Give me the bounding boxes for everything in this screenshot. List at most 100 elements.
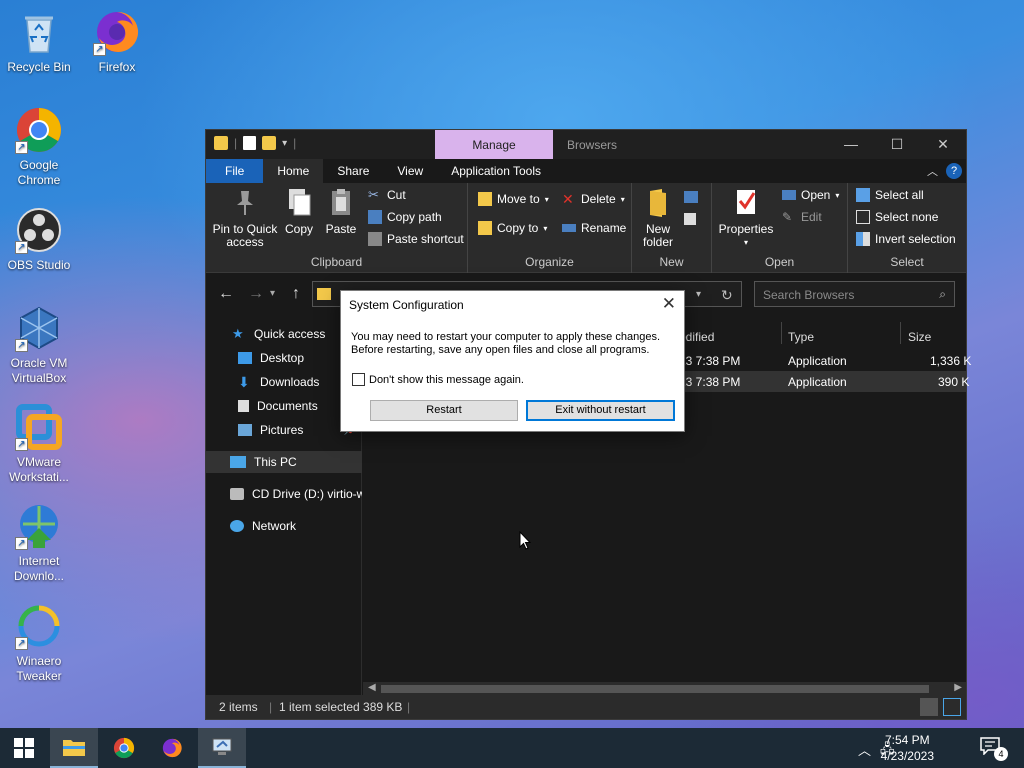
new-folder-icon[interactable] [262,136,277,150]
back-arrow-icon[interactable]: ← [218,285,234,303]
address-dropdown-icon[interactable]: ▾ [696,289,701,300]
open-button[interactable]: Open ▾ [782,188,839,202]
taskbar-chrome[interactable] [100,728,148,768]
rename-button[interactable]: Rename [562,221,626,235]
copy-to-button[interactable]: Copy to ▾ [478,221,547,235]
qat-dropdown-icon[interactable]: ▾ [282,138,287,149]
copy-path-button[interactable]: Copy path [368,210,442,224]
properties-icon[interactable] [243,136,257,150]
collapse-ribbon-icon[interactable]: ︿ [927,163,938,179]
folder-icon[interactable] [214,136,228,150]
forward-arrow-icon[interactable]: → [248,285,264,303]
show-hidden-icons-icon[interactable]: ︿ [858,740,871,759]
taskbar-system-configuration[interactable] [198,728,246,768]
desktop-icon-label: Winaero Tweaker [16,654,62,683]
nav-item-quick-access[interactable]: ★ Quick access [206,323,362,345]
taskbar-firefox[interactable] [148,728,196,768]
firefox-icon: ↗ [93,8,141,56]
properties-icon [732,187,760,219]
large-icons-view-icon[interactable] [943,698,961,716]
taskbar-file-explorer[interactable] [50,728,98,768]
checkbox-box[interactable] [352,373,365,386]
firefox-icon [162,738,182,758]
nav-item-desktop[interactable]: Desktop [206,347,362,369]
nav-item-this-pc[interactable]: This PC [206,451,362,473]
status-selection: 1 item selected 389 KB [279,700,403,714]
properties-button[interactable]: Properties ▾ [716,187,776,249]
recent-locations-icon[interactable]: ▾ [270,288,275,299]
move-to-button[interactable]: Move to ▾ [478,192,549,206]
maximize-button[interactable]: ☐ [874,130,920,159]
select-all-button[interactable]: Select all [856,188,924,202]
dialog-close-icon[interactable]: ✕ [662,294,676,314]
nav-item-documents[interactable]: Documents [206,395,362,417]
desktop-icon-label: Recycle Bin [7,60,71,74]
dialog-message: You may need to restart your computer to… [351,331,660,356]
start-button[interactable] [0,728,48,768]
desktop-icon-obs[interactable]: ↗ OBS Studio [0,206,78,273]
scroll-right-icon[interactable]: ▶ [954,682,962,693]
copy-button[interactable]: Copy [282,187,316,236]
minimize-button[interactable]: — [828,130,874,159]
new-folder-button[interactable]: New folder [638,187,678,249]
column-header-type[interactable]: Type [788,330,814,344]
search-input[interactable]: Search Browsers ⌕ [754,281,955,307]
scrollbar-thumb[interactable] [381,685,929,693]
network-icon [230,520,244,532]
tab-share[interactable]: Share [323,159,383,183]
desktop-icon-recycle-bin[interactable]: Recycle Bin [0,8,78,75]
tab-application-tools[interactable]: Application Tools [437,159,555,183]
winaero-icon: ↗ [15,602,63,650]
tab-view[interactable]: View [383,159,437,183]
system-configuration-icon [212,738,232,755]
column-divider[interactable] [781,322,782,344]
edit-button[interactable]: ✎ Edit [782,210,822,224]
desktop-icon-idm[interactable]: ↗ Internet Downlo... [0,502,78,584]
nav-item-pictures[interactable]: Pictures 📌 [206,419,362,441]
column-divider[interactable] [900,322,901,344]
refresh-icon[interactable]: ↻ [721,287,733,304]
close-button[interactable]: ✕ [920,130,966,159]
new-item-icon[interactable] [684,191,698,203]
restart-button[interactable]: Restart [370,400,518,421]
invert-selection-icon [856,232,870,246]
delete-button[interactable]: ✕ Delete ▾ [562,192,625,206]
desktop-icon-label: OBS Studio [7,258,71,272]
separator: | [269,700,273,714]
details-view-icon[interactable] [920,698,938,716]
taskbar: ︿ 🖧 7:54 PM 4/23/2023 4 [0,728,1024,768]
horizontal-scrollbar[interactable]: ◀ ▶ [363,682,966,696]
nav-item-downloads[interactable]: ⬇ Downloads [206,371,362,393]
nav-item-network[interactable]: Network [206,515,362,537]
chrome-icon [113,737,135,759]
desktop-icon-firefox[interactable]: ↗ Firefox [78,8,156,75]
help-icon[interactable]: ? [946,163,962,179]
desktop-icon-winaero[interactable]: ↗ Winaero Tweaker [0,602,78,684]
copy-path-icon [368,210,382,224]
desktop-icon-virtualbox[interactable]: ↗ Oracle VM VirtualBox [0,304,78,386]
desktop-icon-vmware[interactable]: ↗ VMware Workstati... [0,403,78,485]
paste-shortcut-button[interactable]: Paste shortcut [368,232,464,246]
nav-item-cd-drive[interactable]: CD Drive (D:) virtio-w [206,483,362,505]
pin-quick-access-button[interactable]: Pin to Quick access [210,187,280,249]
dont-show-again-checkbox[interactable]: Don't show this message again. [352,373,524,386]
scroll-left-icon[interactable]: ◀ [368,682,376,693]
invert-selection-button[interactable]: Invert selection [856,232,956,246]
exit-without-restart-button[interactable]: Exit without restart [526,400,675,421]
tab-manage[interactable]: Manage [435,130,553,159]
paste-button[interactable]: Paste [322,187,360,236]
desktop-icon-label: VMware Workstati... [9,455,69,484]
column-header-size[interactable]: Size [908,330,931,344]
tab-home[interactable]: Home [263,159,324,183]
shortcut-arrow-icon: ↗ [15,141,28,154]
tab-file[interactable]: File [206,159,264,183]
easy-access-icon[interactable] [684,213,696,225]
ribbon-tabs: File Home Share View Application Tools ︿… [206,159,966,183]
action-center-icon[interactable]: 4 [980,737,1008,761]
select-none-button[interactable]: Select none [856,210,938,224]
cut-button[interactable]: ✂ Cut [368,188,406,203]
open-icon [782,190,796,200]
taskbar-clock[interactable]: 7:54 PM 4/23/2023 [881,732,934,764]
desktop-icon-chrome[interactable]: ↗ Google Chrome [0,106,78,188]
up-arrow-icon[interactable]: ↑ [292,285,300,303]
